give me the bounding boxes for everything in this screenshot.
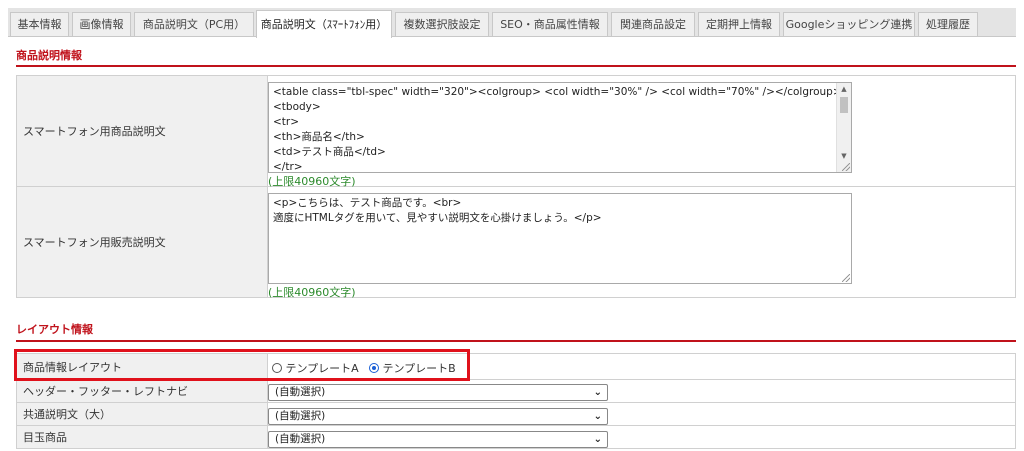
textarea-line: </tr> — [273, 161, 303, 173]
textarea-line: <table class="tbl-spec" width="320"><col… — [273, 86, 842, 98]
tab-basic-info[interactable]: 基本情報 — [10, 12, 69, 36]
scroll-up-icon[interactable]: ▲ — [837, 83, 851, 95]
sp-sales-desc-textarea[interactable]: <p>こちらは、テスト商品です。<br> 適度にHTMLタグを用いて、見やすい説… — [268, 193, 852, 284]
radio-unchecked-icon[interactable] — [272, 363, 282, 373]
radio-checked-icon[interactable] — [369, 363, 379, 373]
row-label-header-footer: ヘッダー・フッター・レフトナビ — [16, 379, 268, 403]
tab-history[interactable]: 処理履歴 — [918, 12, 978, 36]
select-value: (自動選択) — [275, 433, 326, 445]
row-label-layout: 商品情報レイアウト — [16, 353, 268, 380]
section-title-layout: レイアウト情報 — [16, 323, 93, 336]
textarea-line: <tr> — [273, 116, 300, 128]
sp-product-desc-textarea[interactable]: <table class="tbl-spec" width="320"><col… — [268, 82, 852, 173]
textarea-line: <th>商品名</th> — [273, 131, 365, 143]
textarea-line: 適度にHTMLタグを用いて、見やすい説明文を心掛けましょう。</p> — [273, 212, 602, 224]
select-value: (自動選択) — [275, 386, 326, 398]
textarea-line: <p>こちらは、テスト商品です。<br> — [273, 197, 462, 209]
tab-image-info[interactable]: 画像情報 — [72, 12, 131, 36]
radio-template-b[interactable]: テンプレートB — [369, 360, 456, 376]
resize-grip-icon[interactable] — [842, 274, 850, 282]
tab-periodic-info[interactable]: 定期押上情報 — [698, 12, 780, 36]
textarea-scrollbar[interactable]: ▲ ▼ — [836, 83, 851, 172]
featured-product-select[interactable]: (自動選択) ⌄ — [268, 431, 608, 448]
chevron-down-icon: ⌄ — [593, 434, 602, 445]
row-label-sp-sales-desc: スマートフォン用販売説明文 — [16, 186, 268, 298]
scroll-down-icon[interactable]: ▼ — [837, 150, 851, 162]
section-title-product-desc: 商品説明情報 — [16, 49, 82, 62]
row-label-common-desc: 共通説明文（大） — [16, 402, 268, 426]
tab-google-shopping[interactable]: Googleショッピング連携 — [783, 12, 915, 36]
char-limit-note: (上限40960文字) — [268, 175, 356, 188]
radio-label: テンプレートA — [285, 362, 359, 375]
radio-template-a[interactable]: テンプレートA — [272, 360, 359, 376]
tab-product-desc-pc[interactable]: 商品説明文（PC用） — [134, 12, 254, 36]
tab-product-desc-smartphone[interactable]: 商品説明文（ｽﾏｰﾄﾌｫﾝ用） — [256, 10, 392, 38]
textarea-line: <td>テスト商品</td> — [273, 146, 386, 158]
common-desc-select[interactable]: (自動選択) ⌄ — [268, 408, 608, 425]
header-footer-select[interactable]: (自動選択) ⌄ — [268, 384, 608, 401]
select-value: (自動選択) — [275, 410, 326, 422]
radio-label: テンプレートB — [382, 362, 456, 375]
chevron-down-icon: ⌄ — [593, 387, 602, 398]
row-label-featured-product: 目玉商品 — [16, 425, 268, 449]
textarea-line: <tbody> — [273, 101, 321, 113]
section-divider — [16, 340, 1016, 342]
tab-bar: 基本情報 画像情報 商品説明文（PC用） 商品説明文（ｽﾏｰﾄﾌｫﾝ用） 複数選… — [8, 8, 1016, 38]
scrollbar-thumb[interactable] — [840, 97, 848, 113]
tab-seo-attributes[interactable]: SEO・商品属性情報 — [492, 12, 608, 36]
resize-grip-icon[interactable] — [842, 163, 850, 171]
section-divider — [16, 65, 1016, 67]
tab-related-products[interactable]: 関連商品設定 — [611, 12, 695, 36]
char-limit-note: (上限40960文字) — [268, 286, 356, 299]
tab-multi-choice[interactable]: 複数選択肢設定 — [395, 12, 489, 36]
row-label-sp-product-desc: スマートフォン用商品説明文 — [16, 75, 268, 187]
chevron-down-icon: ⌄ — [593, 411, 602, 422]
